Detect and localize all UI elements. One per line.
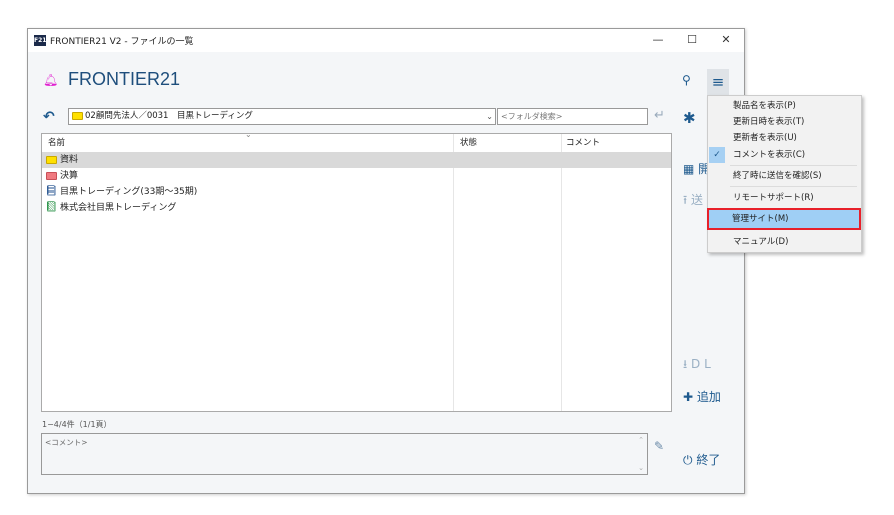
menu-label: コメントを表示(C) (733, 150, 806, 160)
plus-icon: ✚ (683, 390, 694, 404)
brand-title: FRONTIER21 (68, 69, 181, 89)
download-button[interactable]: ⭳ D L (683, 355, 711, 376)
menu-item-admin-site[interactable]: 管理サイト(M) (707, 208, 861, 230)
row-name: 決算 (60, 171, 79, 181)
row-name: 目黒トレーディング(33期～35期) (60, 187, 198, 197)
row-name: 資料 (60, 155, 79, 165)
search-icon[interactable]: ⚲ (682, 73, 691, 87)
menu-button[interactable]: ≡ (707, 69, 729, 95)
asterisk-icon[interactable]: ✱ (683, 109, 696, 127)
title-bar: F21 FRONTIER21 V2 - ファイルの一覧 — ☐ ✕ (28, 29, 744, 52)
send-label: 送 (691, 193, 704, 207)
enter-icon[interactable]: ↵ (654, 108, 665, 123)
menu-item-show-product-name[interactable]: 製品名を表示(P) (708, 98, 861, 114)
menu-item-manual[interactable]: マニュアル(D) (708, 234, 861, 250)
pencil-icon[interactable]: ✎ (654, 439, 664, 453)
file-table: ⌄ 名前 状態 コメント 資料 決算 📘︎ 目黒トレーディング(33期～35期) … (41, 130, 672, 412)
main-window: F21 FRONTIER21 V2 - ファイルの一覧 — ☐ ✕ 🔔︎ FRO… (27, 28, 745, 494)
scroll-up-icon[interactable]: ⌃ (638, 436, 644, 444)
download-icon: ⭳ (683, 357, 688, 371)
column-header-comment[interactable]: コメント (566, 136, 600, 148)
folder-search-input[interactable]: <フォルダ検索> (497, 108, 648, 125)
table-row[interactable]: 資料 (42, 152, 671, 168)
window-title: FRONTIER21 V2 - ファイルの一覧 (50, 37, 194, 47)
row-name: 株式会社目黒トレーディング (60, 203, 177, 213)
page-status: 1−4/4件（1/1頁） (42, 420, 112, 429)
folder-icon (46, 156, 57, 164)
column-header-name[interactable]: 名前 (48, 136, 65, 148)
maximize-button[interactable]: ☐ (682, 32, 702, 48)
hamburger-icon: ≡ (711, 73, 725, 91)
menu-item-show-updater[interactable]: 更新者を表示(U) (708, 130, 861, 146)
grid-icon: ▦ (683, 162, 695, 176)
menu-item-remote-support[interactable]: リモートサポート(R) (708, 190, 861, 206)
send-button[interactable]: ⭱ 送 (683, 191, 703, 212)
add-label: 追加 (696, 390, 721, 404)
check-icon: ✓ (709, 147, 725, 163)
power-icon: ⏻ (683, 453, 693, 467)
path-value: 02顧問先法人／0031 目黒トレーディング (85, 111, 253, 121)
binder-icon: 📘︎ (45, 186, 58, 197)
table-row[interactable]: 📘︎ 目黒トレーディング(33期～35期) (42, 184, 671, 200)
menu-item-show-updated-time[interactable]: 更新日時を表示(T) (708, 114, 861, 130)
bell-icon[interactable]: 🔔︎ (43, 73, 58, 87)
column-header-status[interactable]: 状態 (460, 136, 477, 148)
folder-icon (46, 172, 57, 180)
comment-textarea[interactable]: <コメント> ⌃ ⌄ (41, 433, 648, 475)
scroll-down-icon[interactable]: ⌄ (638, 464, 644, 472)
exit-label: 終了 (696, 453, 721, 467)
minimize-button[interactable]: — (648, 32, 668, 48)
exit-button[interactable]: ⏻ 終了 (683, 451, 720, 468)
back-arrow-icon[interactable]: ↶ (43, 109, 55, 125)
table-row[interactable]: 📗︎ 株式会社目黒トレーディング (42, 200, 671, 216)
table-row[interactable]: 決算 (42, 168, 671, 184)
chevron-down-icon[interactable]: ⌄ (486, 109, 493, 124)
add-button[interactable]: ✚ 追加 (683, 388, 721, 405)
path-dropdown[interactable]: 02顧問先法人／0031 目黒トレーディング ⌄ (68, 108, 496, 125)
dropdown-menu: 製品名を表示(P) 更新日時を表示(T) 更新者を表示(U) ✓ コメントを表示(… (707, 95, 862, 253)
comment-placeholder: <コメント> (45, 438, 88, 447)
sort-chevron-icon: ⌄ (245, 130, 252, 139)
menu-item-confirm-send-on-exit[interactable]: 終了時に送信を確認(S) (708, 168, 861, 184)
folder-icon (72, 112, 83, 120)
close-button[interactable]: ✕ (716, 32, 736, 48)
dl-label: D L (691, 357, 711, 371)
binder-icon: 📗︎ (45, 202, 58, 213)
app-icon: F21 (34, 35, 47, 46)
upload-icon: ⭱ (683, 193, 688, 207)
menu-item-show-comment[interactable]: ✓ コメントを表示(C) (708, 147, 861, 163)
